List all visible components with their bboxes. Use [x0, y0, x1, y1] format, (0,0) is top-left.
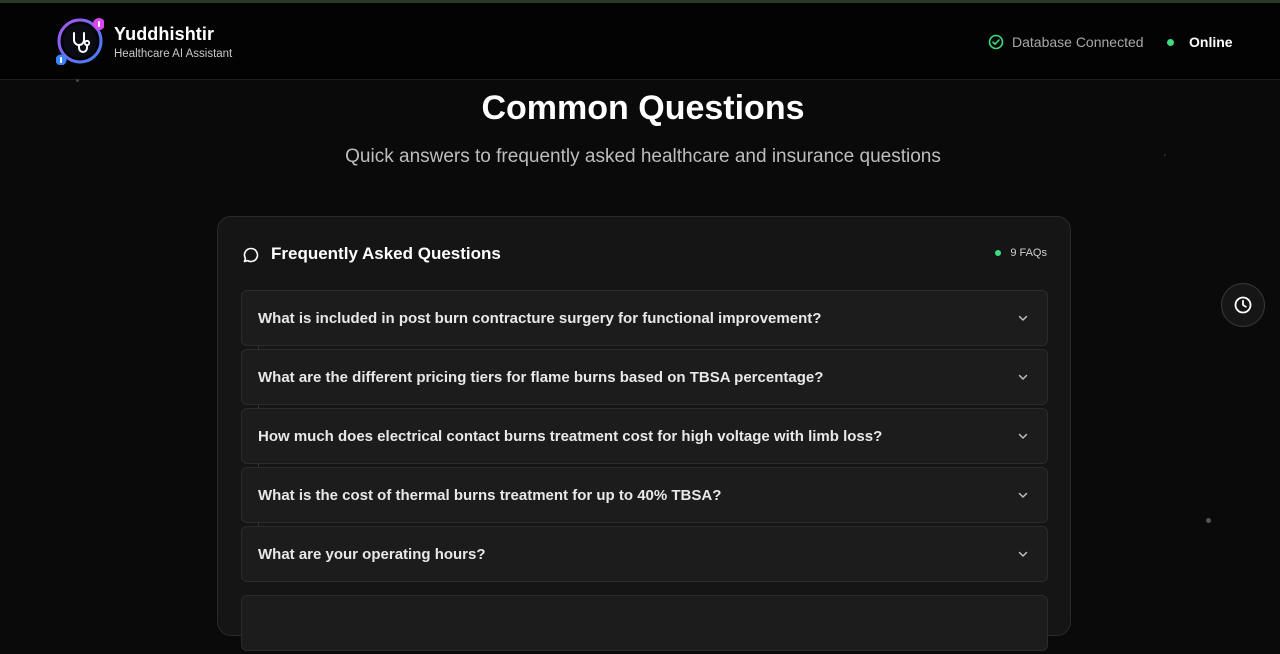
faq-card: Frequently Asked Questions 9 FAQs What i…: [217, 216, 1071, 651]
background-dot: [76, 79, 79, 82]
online-status-label: Online: [1189, 34, 1233, 50]
chevron-down-icon[interactable]: [1017, 312, 1029, 324]
faq-question: How much does electrical contact burns t…: [258, 427, 883, 445]
chevron-down-icon[interactable]: [1017, 371, 1029, 383]
check-circle-icon: [988, 34, 1004, 50]
faq-item[interactable]: How much does electrical contact burns t…: [241, 408, 1048, 477]
clock-icon: [1234, 296, 1252, 314]
faq-item[interactable]: What are the different pricing tiers for…: [241, 349, 1048, 418]
chat-bubble-icon: [243, 247, 259, 263]
faq-item[interactable]: What is the cost of thermal burns treatm…: [241, 467, 1048, 536]
faq-question: What is the cost of thermal burns treatm…: [258, 486, 722, 504]
faq-card-title: Frequently Asked Questions: [271, 244, 501, 263]
faq-count-label: 9 FAQs: [1010, 247, 1047, 259]
faq-question: What are the different pricing tiers for…: [258, 368, 824, 386]
faq-item[interactable]: What are your operating hours?: [241, 526, 1048, 582]
stethoscope-icon: [55, 18, 105, 66]
chevron-down-icon[interactable]: [1017, 548, 1029, 560]
background-dot: [1164, 154, 1166, 156]
faq-count-dot: [995, 250, 1002, 256]
history-button[interactable]: [1221, 283, 1265, 327]
page-subtitle: Quick answers to frequently asked health…: [345, 146, 941, 167]
faq-question: What is included in post burn contractur…: [258, 309, 822, 327]
chevron-down-icon[interactable]: [1017, 489, 1029, 501]
page-title: Common Questions: [481, 89, 805, 127]
online-indicator-dot: [1167, 38, 1174, 46]
app-header: Yuddhishtir Healthcare AI Assistant Data…: [0, 3, 1280, 80]
online-status: Online: [1167, 33, 1233, 51]
app-name: Yuddhishtir: [114, 24, 215, 44]
faq-list: What is included in post burn contractur…: [241, 290, 1048, 654]
faq-question: What are your operating hours?: [258, 545, 486, 563]
chevron-down-icon[interactable]: [1017, 430, 1029, 442]
faq-item[interactable]: [241, 595, 1048, 651]
background-dot: [1206, 518, 1211, 523]
app-subtitle: Healthcare AI Assistant: [114, 48, 233, 60]
faq-count-badge: 9 FAQs: [995, 247, 1047, 259]
database-status: Database Connected: [988, 33, 1144, 51]
faq-item[interactable]: What is included in post burn contractur…: [241, 290, 1048, 359]
database-status-label: Database Connected: [1012, 34, 1144, 50]
app-logo[interactable]: [55, 17, 105, 66]
